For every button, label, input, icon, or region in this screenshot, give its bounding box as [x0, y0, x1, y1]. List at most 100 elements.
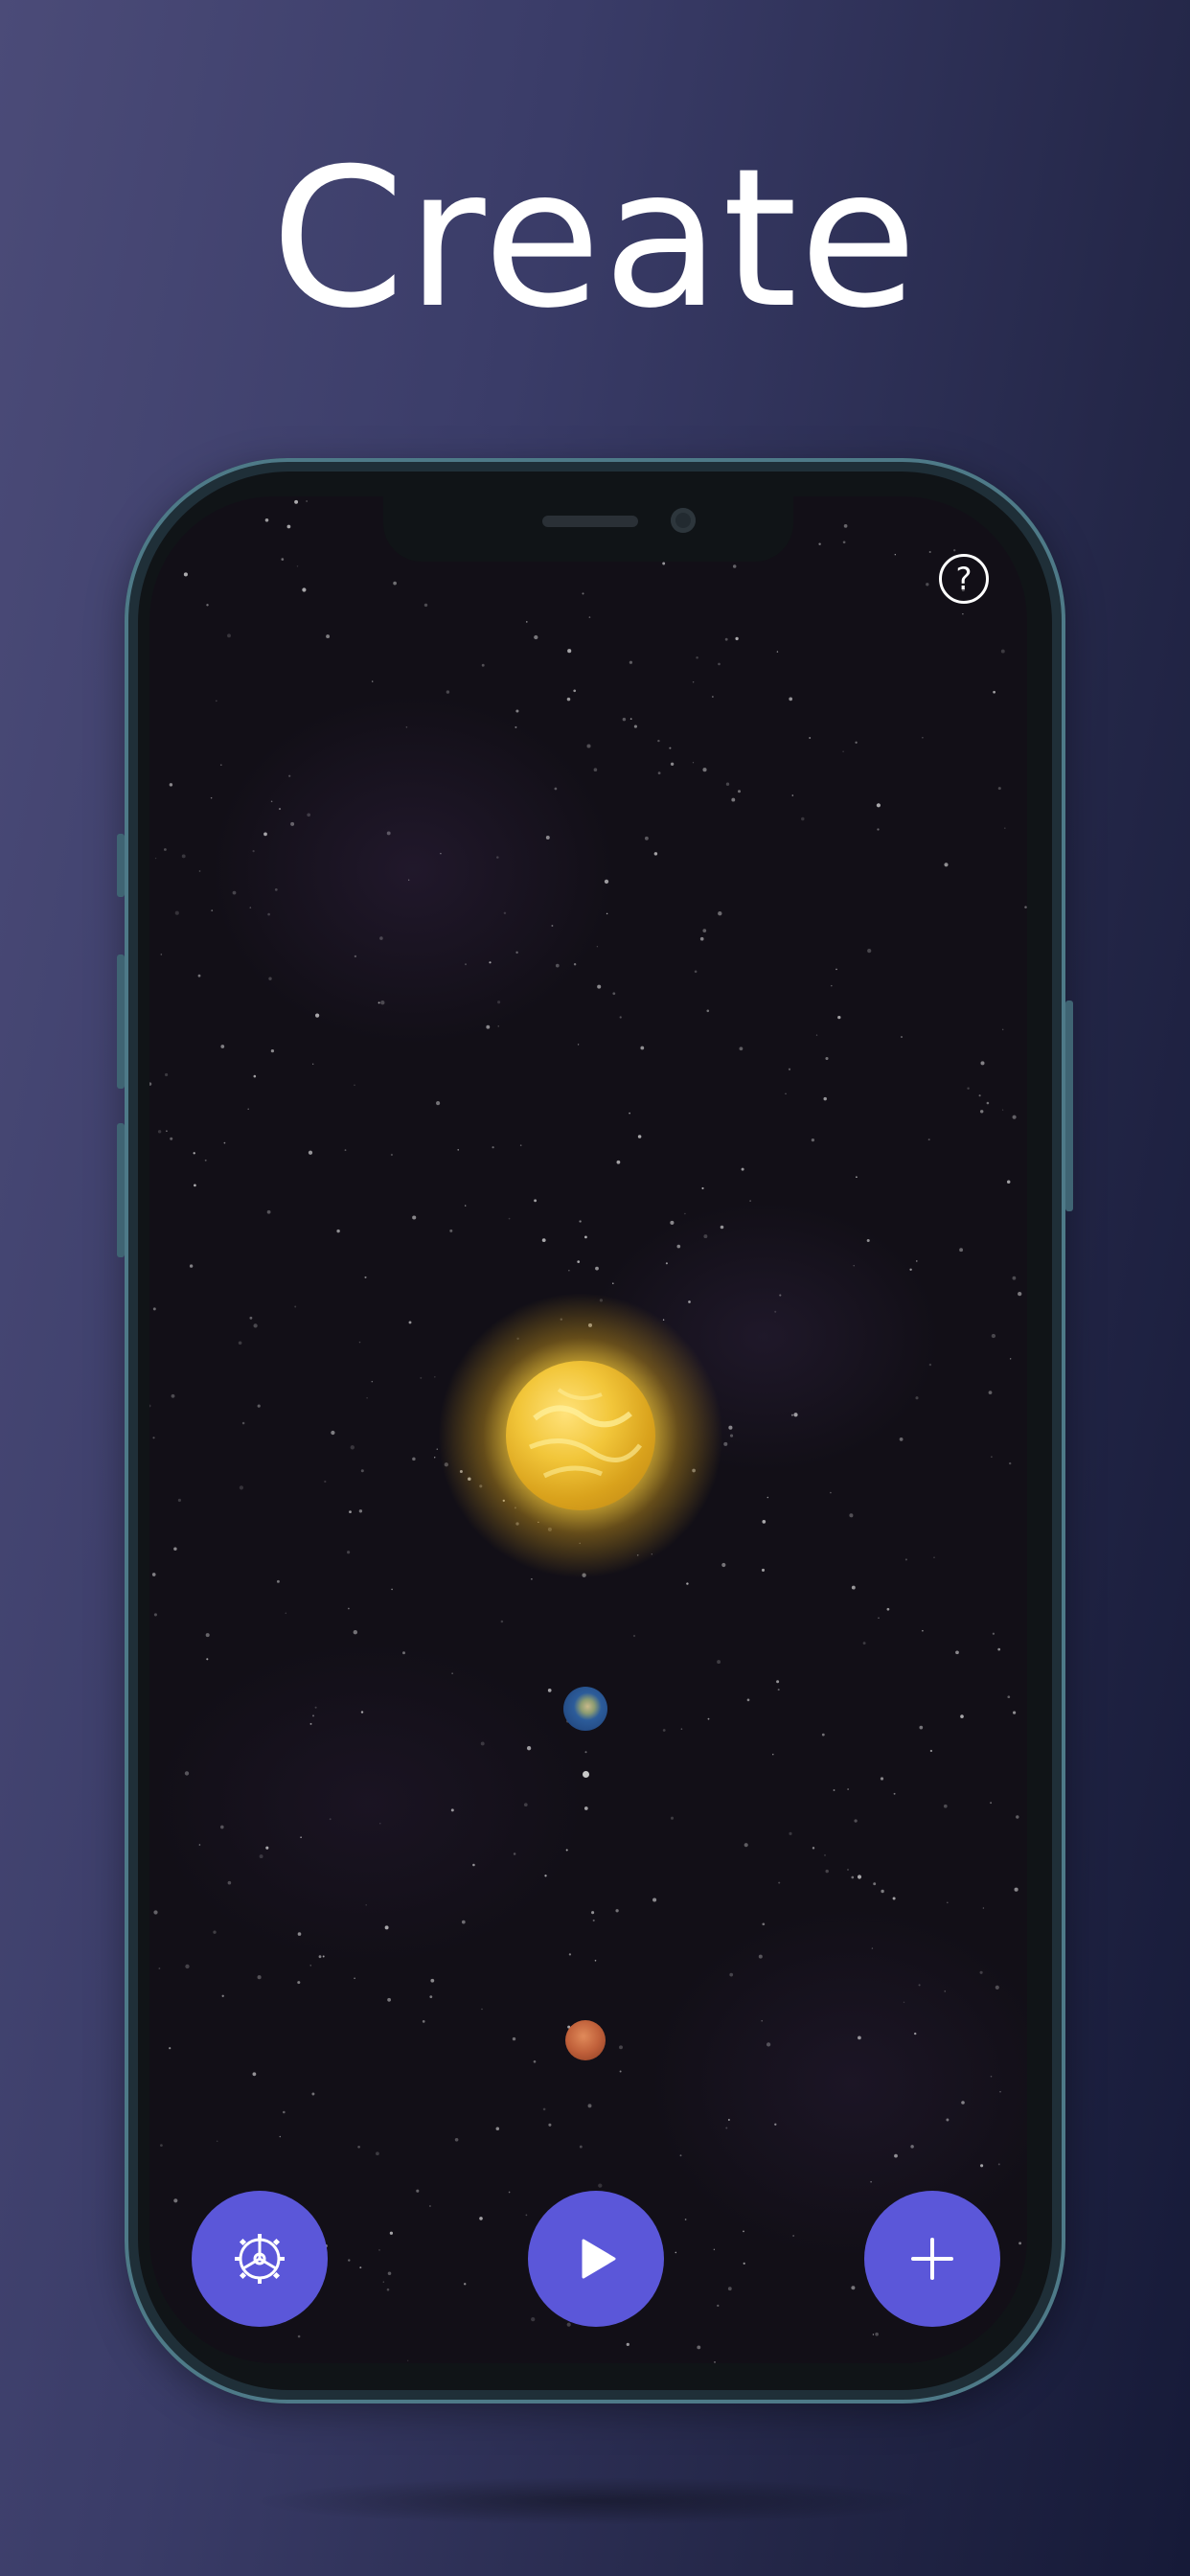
earth-planet[interactable]: [563, 1687, 607, 1731]
star: [210, 796, 213, 799]
star: [281, 558, 285, 561]
star: [587, 2104, 592, 2108]
star: [894, 554, 896, 556]
star: [823, 1853, 827, 1856]
star: [336, 1229, 340, 1233]
star: [300, 1836, 302, 1838]
star: [1000, 649, 1005, 654]
star: [542, 2107, 546, 2111]
star: [354, 1084, 355, 1087]
add-body-button[interactable]: [864, 2191, 1000, 2327]
star: [776, 1680, 780, 1684]
star: [386, 831, 391, 836]
star: [158, 1967, 161, 1969]
star: [837, 1015, 841, 1020]
star: [534, 1199, 538, 1203]
star: [762, 1922, 766, 1926]
star: [825, 1869, 829, 1874]
star: [371, 1380, 374, 1383]
star: [412, 1457, 416, 1461]
star: [1018, 1291, 1022, 1297]
star: [486, 1024, 491, 1029]
power-button: [1065, 1000, 1073, 1211]
star: [551, 925, 554, 927]
star: [331, 1430, 335, 1436]
star: [220, 1045, 225, 1048]
star: [728, 1425, 733, 1430]
star: [692, 762, 695, 764]
help-button[interactable]: ?: [939, 554, 989, 604]
star: [297, 1932, 302, 1936]
star: [464, 2283, 467, 2286]
star: [717, 1660, 721, 1665]
star: [252, 850, 255, 853]
moon[interactable]: [583, 1771, 589, 1778]
star: [566, 697, 571, 702]
star: [946, 1901, 949, 1904]
star: [565, 1849, 568, 1852]
play-button[interactable]: [528, 2191, 664, 2327]
star: [454, 2138, 459, 2142]
star: [267, 912, 270, 916]
star: [857, 1874, 862, 1879]
star: [723, 1441, 728, 1446]
star: [591, 1911, 595, 1915]
star: [492, 1146, 494, 1149]
star: [922, 736, 924, 739]
phone-shadow: [249, 2477, 939, 2525]
sun[interactable]: [506, 1361, 655, 1510]
star: [662, 1729, 666, 1732]
star: [185, 1964, 190, 1969]
star: [851, 1875, 855, 1879]
star: [991, 1333, 996, 1339]
mute-switch: [117, 834, 125, 897]
star: [801, 816, 805, 821]
star: [851, 2286, 856, 2290]
star: [778, 1881, 781, 1884]
star: [1012, 1115, 1017, 1119]
app-screen[interactable]: ?: [149, 496, 1027, 2363]
star: [626, 2342, 629, 2347]
star: [436, 1101, 441, 1106]
star: [1009, 1461, 1012, 1465]
star: [309, 1722, 312, 1725]
star: [701, 1186, 704, 1190]
star: [619, 1016, 622, 1019]
star: [270, 1048, 275, 1053]
star: [707, 1717, 710, 1720]
star: [193, 1152, 195, 1155]
star: [851, 1585, 856, 1590]
star: [855, 741, 858, 744]
star: [503, 911, 507, 915]
star: [959, 1248, 964, 1253]
star: [812, 1847, 815, 1850]
settings-button[interactable]: [192, 2191, 328, 2327]
star: [870, 2180, 872, 2183]
star: [854, 1819, 858, 1823]
star: [842, 540, 846, 544]
star: [429, 1995, 433, 1998]
star: [892, 1897, 896, 1900]
star: [986, 1101, 990, 1105]
star: [497, 1025, 499, 1027]
star: [990, 2075, 993, 2078]
star: [376, 2151, 379, 2156]
star: [933, 1556, 935, 1559]
mars-planet[interactable]: [565, 2020, 606, 2060]
star: [508, 1217, 511, 1220]
star: [679, 2154, 682, 2157]
star: [662, 562, 666, 565]
star: [991, 1456, 993, 1458]
star: [290, 821, 295, 826]
star: [789, 697, 793, 702]
star: [274, 888, 278, 891]
star: [183, 572, 188, 577]
star: [264, 518, 269, 522]
star: [164, 848, 167, 851]
star: [508, 2191, 511, 2194]
star: [387, 1997, 391, 2002]
star: [785, 1092, 787, 1094]
star: [592, 1919, 595, 1922]
star: [380, 1000, 385, 1005]
star: [407, 2359, 409, 2361]
